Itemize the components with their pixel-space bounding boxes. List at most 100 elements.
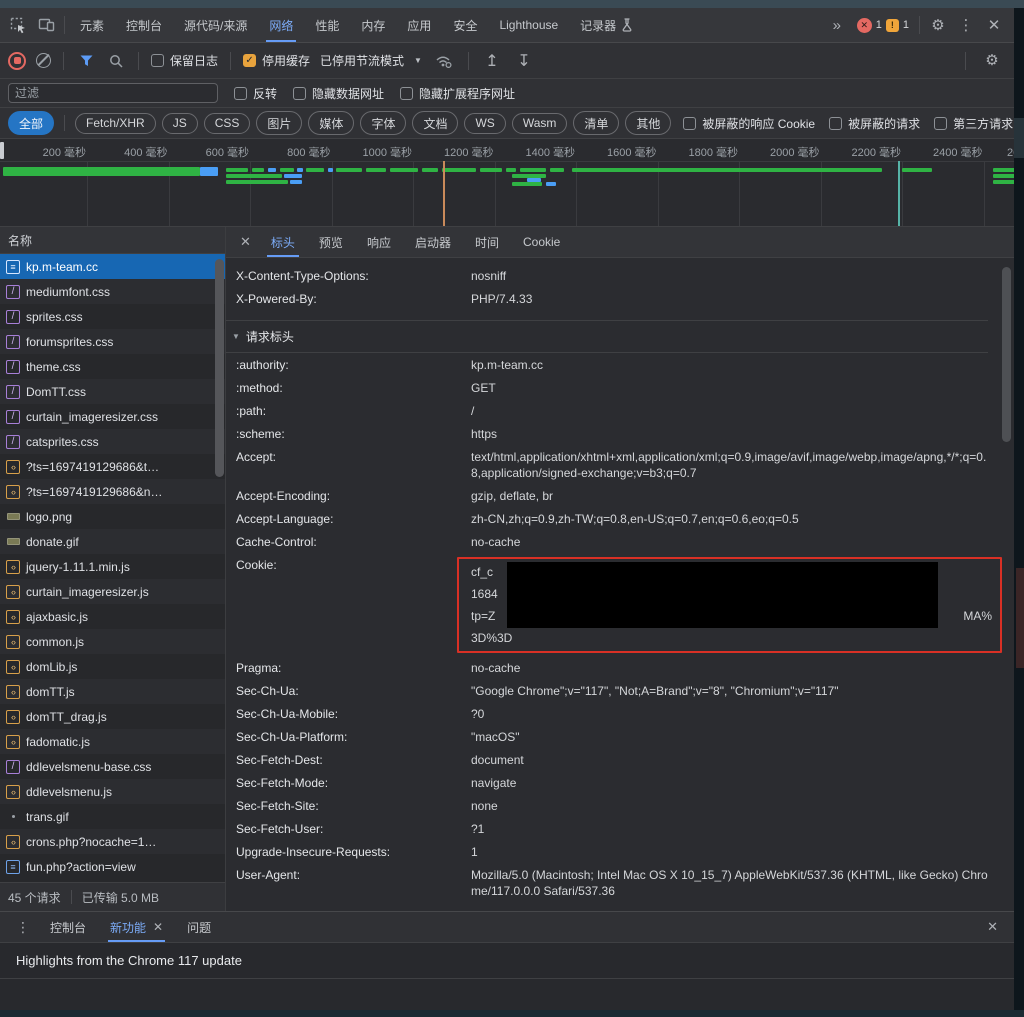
request-row[interactable]: domTT.js (0, 679, 225, 704)
summary-divider (71, 890, 72, 904)
tab-元素[interactable]: 元素 (69, 8, 115, 42)
blocked-filter-checkbox[interactable]: 第三方请求 (934, 115, 1013, 132)
tab-网络[interactable]: 网络 (258, 8, 304, 42)
drawer-tab-控制台[interactable]: 控制台 (38, 912, 98, 942)
tab-安全[interactable]: 安全 (442, 8, 488, 42)
filter-pill-图片[interactable]: 图片 (256, 111, 302, 135)
filter-pill-Wasm[interactable]: Wasm (512, 113, 568, 134)
header-row: Upgrade-Insecure-Requests:1 (236, 840, 988, 863)
tab-label: 性能 (315, 17, 339, 34)
filter-pill-全部[interactable]: 全部 (8, 111, 54, 135)
network-settings-button[interactable]: ⚙ (978, 53, 1006, 68)
request-row[interactable]: ddlevelsmenu-base.css (0, 754, 225, 779)
filter-pill-Fetch/XHR[interactable]: Fetch/XHR (75, 113, 156, 134)
inspect-element-button[interactable] (4, 8, 32, 42)
request-headers-section-header[interactable]: ▼请求标头 (226, 320, 988, 353)
close-tab-icon[interactable]: ✕ (153, 920, 163, 934)
header-value: document (471, 752, 988, 768)
request-row[interactable]: forumsprites.css (0, 329, 225, 354)
clear-network-log-button[interactable] (36, 53, 51, 68)
device-toolbar-button[interactable] (32, 8, 60, 42)
header-value: no-cache (471, 534, 988, 550)
filter-pill-媒体[interactable]: 媒体 (308, 111, 354, 135)
request-row[interactable]: logo.png (0, 504, 225, 529)
request-row[interactable]: fun.php?action=view (0, 854, 225, 879)
header-name: Sec-Ch-Ua-Platform: (236, 729, 471, 745)
request-row[interactable]: DomTT.css (0, 379, 225, 404)
request-row[interactable]: trans.gif (0, 804, 225, 829)
tab-内存[interactable]: 内存 (350, 8, 396, 42)
detail-tab-启动器[interactable]: 启动器 (403, 227, 463, 257)
close-detail-button[interactable]: ✕ (232, 227, 259, 257)
filter-pill-WS[interactable]: WS (464, 113, 505, 134)
tab-性能[interactable]: 性能 (304, 8, 350, 42)
issues-badges[interactable]: ✕ 1 ! 1 (851, 8, 915, 42)
request-row[interactable]: fadomatic.js (0, 729, 225, 754)
search-button[interactable] (106, 54, 126, 68)
request-row[interactable]: kp.m-team.cc (0, 254, 225, 279)
tab-记录器[interactable]: 记录器 (569, 8, 644, 42)
requests-column-header[interactable]: 名称 (0, 227, 225, 254)
filter-pill-清单[interactable]: 清单 (573, 111, 619, 135)
request-row[interactable]: curtain_imageresizer.css (0, 404, 225, 429)
request-row[interactable]: mediumfont.css (0, 279, 225, 304)
network-overview-timeline[interactable]: 200 毫秒400 毫秒600 毫秒800 毫秒1000 毫秒1200 毫秒14… (0, 139, 1014, 227)
blocked-filter-checkbox[interactable]: 被屏蔽的响应 Cookie (683, 115, 815, 132)
request-name: DomTT.css (26, 385, 86, 399)
detail-tab-响应[interactable]: 响应 (355, 227, 403, 257)
preserve-log-checkbox[interactable]: 保留日志 (151, 52, 218, 69)
tab-控制台[interactable]: 控制台 (115, 8, 173, 42)
hide-extension-urls-checkbox[interactable]: 隐藏扩展程序网址 (400, 85, 515, 102)
request-row[interactable]: jquery-1.11.1.min.js (0, 554, 225, 579)
drawer-menu-button[interactable]: ⋮ (8, 912, 38, 942)
overview-handle[interactable] (0, 142, 4, 159)
filter-pill-字体[interactable]: 字体 (360, 111, 406, 135)
request-row[interactable]: ajaxbasic.js (0, 604, 225, 629)
request-row[interactable]: domLib.js (0, 654, 225, 679)
whats-new-message[interactable]: Highlights from the Chrome 117 update (0, 943, 1014, 979)
filter-pill-CSS[interactable]: CSS (204, 113, 251, 134)
tab-Lighthouse[interactable]: Lighthouse (488, 8, 569, 42)
throttling-select[interactable]: 已停用节流模式 ▼ (320, 52, 422, 69)
drawer-tab-问题[interactable]: 问题 (175, 912, 223, 942)
more-tabs-button[interactable]: » (823, 8, 851, 42)
network-conditions-button[interactable] (432, 54, 456, 68)
tab-源代码/来源[interactable]: 源代码/来源 (173, 8, 258, 42)
detail-tab-时间[interactable]: 时间 (463, 227, 511, 257)
request-row[interactable]: ?ts=1697419129686&n… (0, 479, 225, 504)
detail-tab-Cookie[interactable]: Cookie (511, 227, 572, 257)
hide-data-urls-checkbox[interactable]: 隐藏数据网址 (293, 85, 384, 102)
request-row[interactable]: common.js (0, 629, 225, 654)
invert-filter-checkbox[interactable]: 反转 (234, 85, 277, 102)
sidebar-scrollbar[interactable] (215, 259, 224, 477)
request-row[interactable]: domTT_drag.js (0, 704, 225, 729)
detail-tab-预览[interactable]: 预览 (307, 227, 355, 257)
request-row[interactable]: theme.css (0, 354, 225, 379)
close-drawer-button[interactable]: ✕ (979, 912, 1006, 942)
settings-button[interactable]: ⚙ (924, 8, 952, 42)
request-row[interactable]: sprites.css (0, 304, 225, 329)
request-row[interactable]: donate.gif (0, 529, 225, 554)
request-row[interactable]: catsprites.css (0, 429, 225, 454)
request-row[interactable]: ?ts=1697419129686&t… (0, 454, 225, 479)
import-har-button[interactable]: ↥ (481, 51, 503, 71)
filter-toggle-button[interactable] (76, 55, 96, 67)
blocked-filter-checkbox[interactable]: 被屏蔽的请求 (829, 115, 920, 132)
detail-scrollbar[interactable] (1002, 267, 1011, 442)
export-har-button[interactable]: ↧ (513, 51, 535, 71)
filter-input[interactable] (8, 83, 218, 103)
disable-cache-checkbox[interactable]: ✓ 停用缓存 (243, 52, 310, 69)
request-row[interactable]: curtain_imageresizer.js (0, 579, 225, 604)
filter-pill-文档[interactable]: 文档 (412, 111, 458, 135)
detail-tab-标头[interactable]: 标头 (259, 227, 307, 257)
devtools-menu-button[interactable]: ⋮ (952, 8, 980, 42)
tab-应用[interactable]: 应用 (396, 8, 442, 42)
filter-pill-JS[interactable]: JS (162, 113, 198, 134)
request-row[interactable]: crons.php?nocache=1… (0, 829, 225, 854)
request-row[interactable]: ddlevelsmenu.js (0, 779, 225, 804)
tab-label: 源代码/来源 (184, 17, 247, 34)
drawer-tab-新功能[interactable]: 新功能✕ (98, 912, 175, 942)
close-devtools-button[interactable]: ✕ (980, 8, 1008, 42)
filter-pill-其他[interactable]: 其他 (625, 111, 671, 135)
record-network-log-button[interactable] (8, 52, 26, 70)
